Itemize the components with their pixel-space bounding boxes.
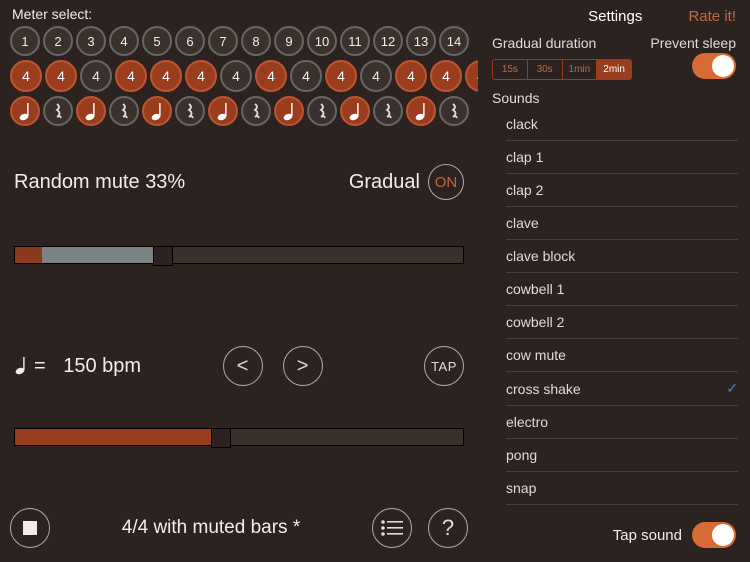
meter-count-10[interactable]: 10	[307, 26, 337, 56]
gradual-label: Gradual	[349, 171, 420, 194]
beat-rest-8[interactable]	[241, 96, 271, 126]
sound-option[interactable]: electro	[506, 406, 738, 439]
beat-note-5[interactable]	[142, 96, 172, 126]
beat-note-9[interactable]	[274, 96, 304, 126]
gradual-duration-segment: 15s30s1min2min	[492, 59, 632, 80]
random-mute-label: Random mute 33%	[14, 171, 185, 194]
meter-beat-10[interactable]: 4	[325, 60, 357, 92]
sound-option[interactable]: snap	[506, 472, 738, 505]
meter-count-12[interactable]: 12	[373, 26, 403, 56]
beat-note-11[interactable]	[340, 96, 370, 126]
meter-count-13[interactable]: 13	[406, 26, 436, 56]
preset-list-button[interactable]	[372, 508, 412, 548]
tempo-slider[interactable]	[14, 428, 464, 446]
tempo-up-button[interactable]: >	[283, 346, 323, 386]
meter-beat-13[interactable]: 4	[430, 60, 462, 92]
meter-count-8[interactable]: 8	[241, 26, 271, 56]
sound-option[interactable]: cow mute	[506, 339, 738, 372]
beat-rest-2[interactable]	[43, 96, 73, 126]
meter-beat-2[interactable]: 4	[45, 60, 77, 92]
sound-option[interactable]: cowbell 2	[506, 306, 738, 339]
sound-option[interactable]: pong	[506, 439, 738, 472]
meter-row-2: 44444444444444	[8, 60, 470, 92]
sound-option[interactable]: clap 2	[506, 174, 738, 207]
help-button[interactable]: ?	[428, 508, 468, 548]
meter-select-label: Meter select:	[12, 6, 470, 22]
slider-thumb[interactable]	[153, 246, 173, 266]
meter-row-1: 1234567891011121314	[8, 26, 470, 56]
beat-note-3[interactable]	[76, 96, 106, 126]
duration-option-1min[interactable]: 1min	[563, 60, 598, 79]
meter-count-7[interactable]: 7	[208, 26, 238, 56]
meter-row-3	[8, 96, 470, 126]
meter-beat-12[interactable]: 4	[395, 60, 427, 92]
sound-option[interactable]: clave	[506, 207, 738, 240]
beat-note-13[interactable]	[406, 96, 436, 126]
tap-button[interactable]: TAP	[424, 346, 464, 386]
beat-rest-6[interactable]	[175, 96, 205, 126]
beat-rest-10[interactable]	[307, 96, 337, 126]
tempo-display: = 150 bpm	[14, 355, 141, 378]
beat-rest-4[interactable]	[109, 96, 139, 126]
meter-count-14[interactable]: 14	[439, 26, 469, 56]
tap-sound-toggle[interactable]	[692, 522, 736, 548]
meter-beat-11[interactable]: 4	[360, 60, 392, 92]
tempo-down-button[interactable]: <	[223, 346, 263, 386]
meter-count-11[interactable]: 11	[340, 26, 370, 56]
sound-option[interactable]: clack	[506, 108, 738, 141]
sound-option[interactable]: cowbell 1	[506, 273, 738, 306]
list-icon	[381, 520, 403, 536]
prevent-sleep-label: Prevent sleep	[650, 35, 736, 51]
meter-beat-6[interactable]: 4	[185, 60, 217, 92]
duration-option-30s[interactable]: 30s	[528, 60, 563, 79]
meter-beat-9[interactable]: 4	[290, 60, 322, 92]
beat-rest-14[interactable]	[439, 96, 469, 126]
meter-count-9[interactable]: 9	[274, 26, 304, 56]
beat-rest-12[interactable]	[373, 96, 403, 126]
preset-label: 4/4 with muted bars *	[122, 517, 300, 539]
sound-option[interactable]: clap 1	[506, 141, 738, 174]
gradual-toggle[interactable]: ON	[428, 164, 464, 200]
beat-note-1[interactable]	[10, 96, 40, 126]
gradual-duration-label: Gradual duration	[492, 35, 596, 51]
beat-note-7[interactable]	[208, 96, 238, 126]
meter-beat-7[interactable]: 4	[220, 60, 252, 92]
rate-it-link[interactable]: Rate it!	[688, 8, 736, 25]
meter-beat-5[interactable]: 4	[150, 60, 182, 92]
tap-sound-label: Tap sound	[613, 527, 682, 544]
check-icon: ✓	[726, 380, 738, 397]
meter-beat-8[interactable]: 4	[255, 60, 287, 92]
meter-count-1[interactable]: 1	[10, 26, 40, 56]
stop-icon	[23, 521, 37, 535]
meter-count-2[interactable]: 2	[43, 26, 73, 56]
stop-button[interactable]	[10, 508, 50, 548]
sound-option[interactable]: clave block	[506, 240, 738, 273]
slider-thumb[interactable]	[211, 428, 231, 448]
meter-beat-4[interactable]: 4	[115, 60, 147, 92]
meter-count-4[interactable]: 4	[109, 26, 139, 56]
settings-title: Settings	[542, 8, 688, 25]
meter-count-5[interactable]: 5	[142, 26, 172, 56]
prevent-sleep-toggle[interactable]	[692, 53, 736, 79]
sound-option[interactable]: cross shake✓	[506, 372, 738, 406]
sounds-label: Sounds	[478, 80, 750, 108]
meter-beat-3[interactable]: 4	[80, 60, 112, 92]
meter-count-3[interactable]: 3	[76, 26, 106, 56]
duration-option-2min[interactable]: 2min	[597, 60, 631, 79]
duration-option-15s[interactable]: 15s	[493, 60, 528, 79]
meter-beat-1[interactable]: 4	[10, 60, 42, 92]
random-mute-slider[interactable]	[14, 246, 464, 264]
meter-count-6[interactable]: 6	[175, 26, 205, 56]
